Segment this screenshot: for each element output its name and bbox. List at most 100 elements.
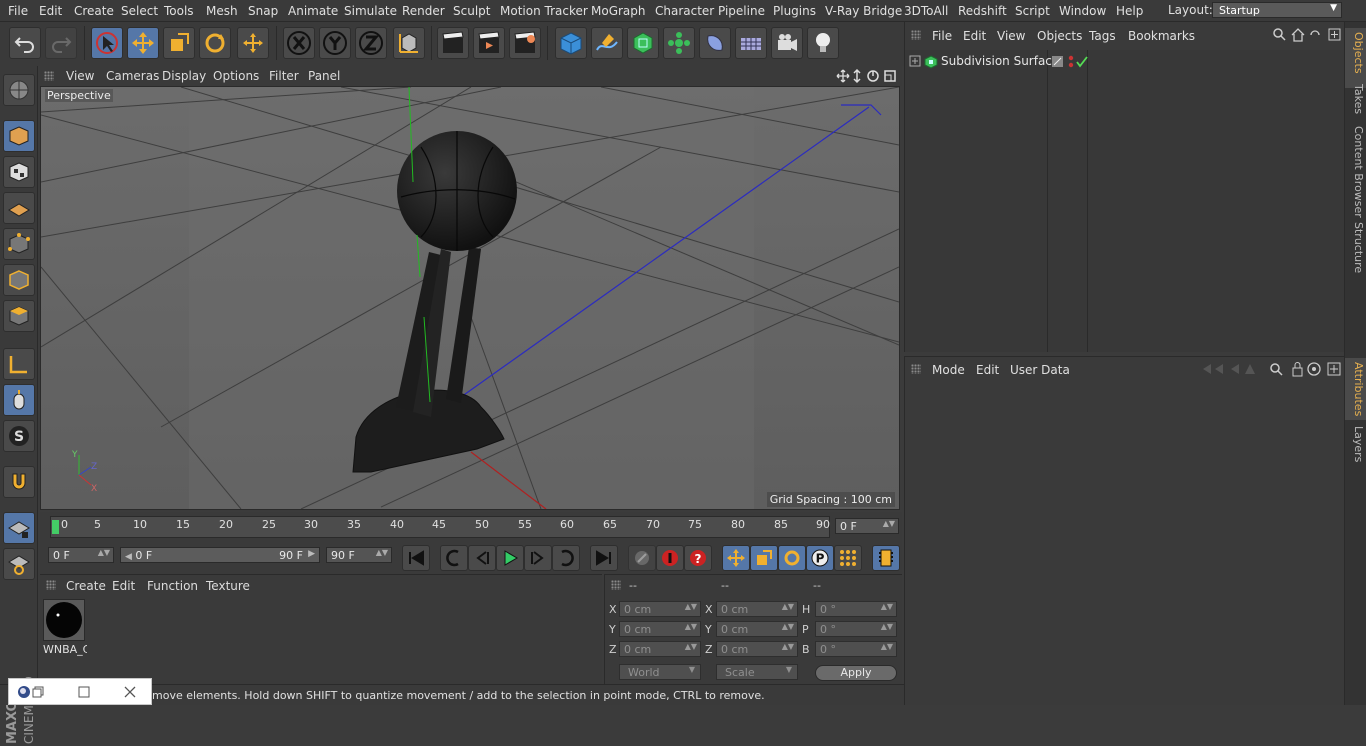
material-menu-function[interactable]: Function xyxy=(147,579,198,593)
next-frame-button[interactable] xyxy=(524,545,552,571)
menu-3dtoall[interactable]: 3DToAll xyxy=(904,4,948,18)
play-button[interactable] xyxy=(496,545,524,571)
workplane-align-button[interactable] xyxy=(3,548,35,580)
size-mode-dropdown[interactable]: Scale ▼ xyxy=(716,664,798,680)
record-keys-button[interactable] xyxy=(628,545,656,571)
menu-create[interactable]: Create xyxy=(74,4,114,18)
coordinate-system-button[interactable] xyxy=(393,27,425,59)
layout-select[interactable]: Startup ▼ xyxy=(1212,2,1342,18)
move-tool-button[interactable] xyxy=(127,27,159,59)
size-z-field[interactable]: 0 cm ▲▼ xyxy=(716,641,798,657)
light-button[interactable] xyxy=(807,27,839,59)
tab-takes[interactable]: Takes xyxy=(1347,84,1365,114)
live-selection-button[interactable] xyxy=(91,27,123,59)
polygons-mode-button[interactable] xyxy=(3,300,35,332)
scale-tool-button[interactable] xyxy=(163,27,195,59)
z-axis-button[interactable] xyxy=(355,27,387,59)
go-to-end-button[interactable] xyxy=(590,545,618,571)
subdivision-surface-button[interactable] xyxy=(627,27,659,59)
perspective-viewport[interactable]: Y Z X Perspective Grid Spacing : 100 cm xyxy=(40,86,900,510)
snap-button[interactable] xyxy=(3,466,35,498)
go-to-start-button[interactable] xyxy=(402,545,430,571)
menu-mesh[interactable]: Mesh xyxy=(206,4,238,18)
menu-tools[interactable]: Tools xyxy=(164,4,194,18)
edges-mode-button[interactable] xyxy=(3,264,35,296)
points-mode-button[interactable] xyxy=(3,228,35,260)
autokey-button[interactable] xyxy=(656,545,684,571)
menu-sculpt[interactable]: Sculpt xyxy=(453,4,490,18)
checkmark-icon[interactable] xyxy=(1075,55,1089,69)
redo-button[interactable] xyxy=(45,27,77,59)
attribute-menu-mode[interactable]: Mode xyxy=(932,363,965,377)
cube-primitive-button[interactable] xyxy=(555,27,587,59)
attribute-toolbar-icons[interactable] xyxy=(1201,361,1343,377)
position-z-field[interactable]: 0 cm ▲▼ xyxy=(619,641,701,657)
menu-file[interactable]: File xyxy=(8,4,28,18)
tab-attributes[interactable]: Attributes xyxy=(1347,362,1365,416)
object-menu-objects[interactable]: Objects xyxy=(1037,29,1082,43)
rotation-h-field[interactable]: 0 ° ▲▼ xyxy=(815,601,897,617)
material-menu-create[interactable]: Create xyxy=(66,579,106,593)
tab-content-browser[interactable]: Content Browser xyxy=(1347,126,1365,218)
material-thumbnail[interactable] xyxy=(43,599,85,641)
menu-character[interactable]: Character xyxy=(655,4,714,18)
object-menu-bookmarks[interactable]: Bookmarks xyxy=(1128,29,1195,43)
x-axis-button[interactable] xyxy=(283,27,315,59)
end-frame-field[interactable]: 90 F ▲▼ xyxy=(326,547,392,563)
size-y-field[interactable]: 0 cm ▲▼ xyxy=(716,621,798,637)
object-menu-tags[interactable]: Tags xyxy=(1089,29,1116,43)
next-key-button[interactable] xyxy=(552,545,580,571)
restore-icon[interactable] xyxy=(31,685,45,699)
timeline-ruler[interactable]: 0 5 10 15 20 25 30 35 40 45 50 55 60 65 … xyxy=(50,516,830,538)
deformer-button[interactable] xyxy=(699,27,731,59)
render-settings-button[interactable] xyxy=(509,27,541,59)
menu-select[interactable]: Select xyxy=(121,4,158,18)
key-pla-button[interactable] xyxy=(834,545,862,571)
frame-range-slider[interactable]: ◀ 0 F 90 F ▶ xyxy=(120,547,320,563)
rotate-tool-button[interactable] xyxy=(199,27,231,59)
menu-pipeline[interactable]: Pipeline xyxy=(718,4,765,18)
rotation-b-field[interactable]: 0 ° ▲▼ xyxy=(815,641,897,657)
menu-plugins[interactable]: Plugins xyxy=(773,4,816,18)
keyframe-help-button[interactable]: ? xyxy=(684,545,712,571)
menu-mograph[interactable]: MoGraph xyxy=(591,4,646,18)
size-x-field[interactable]: 0 cm ▲▼ xyxy=(716,601,798,617)
position-y-field[interactable]: 0 cm ▲▼ xyxy=(619,621,701,637)
mograph-cloner-button[interactable] xyxy=(663,27,695,59)
attribute-menu-edit[interactable]: Edit xyxy=(976,363,999,377)
close-icon[interactable] xyxy=(123,685,137,699)
camera-button[interactable] xyxy=(771,27,803,59)
previous-frame-button[interactable] xyxy=(468,545,496,571)
pen-spline-button[interactable] xyxy=(591,27,623,59)
tweak-mode-button[interactable] xyxy=(3,384,35,416)
previous-key-button[interactable] xyxy=(440,545,468,571)
position-x-field[interactable]: 0 cm ▲▼ xyxy=(619,601,701,617)
expand-icon[interactable] xyxy=(909,55,923,69)
render-view-button[interactable] xyxy=(437,27,469,59)
start-frame-field[interactable]: 0 F ▲▼ xyxy=(48,547,114,563)
object-toolbar-icons[interactable] xyxy=(1273,28,1343,42)
object-name[interactable]: Subdivision Surface xyxy=(941,54,1059,68)
material-menu-edit[interactable]: Edit xyxy=(112,579,135,593)
menu-redshift[interactable]: Redshift xyxy=(958,4,1007,18)
tab-layers[interactable]: Layers xyxy=(1347,426,1365,462)
texture-mode-button[interactable] xyxy=(3,156,35,188)
maximize-icon[interactable] xyxy=(77,685,91,699)
object-menu-view[interactable]: View xyxy=(997,29,1025,43)
layer-swatch-icon[interactable] xyxy=(1051,55,1065,69)
key-scale-button[interactable] xyxy=(750,545,778,571)
viewport-nav-icons[interactable] xyxy=(835,68,899,84)
viewport-menu-filter[interactable]: Filter xyxy=(269,69,299,83)
visibility-dots-icon[interactable] xyxy=(1067,54,1075,70)
model-mode-button[interactable] xyxy=(3,120,35,152)
rotation-p-field[interactable]: 0 ° ▲▼ xyxy=(815,621,897,637)
solo-button[interactable]: S xyxy=(3,420,35,452)
playhead[interactable] xyxy=(52,520,59,534)
make-editable-button[interactable] xyxy=(3,74,35,106)
current-frame-field[interactable]: 0 F ▲▼ xyxy=(835,518,899,534)
material-name[interactable]: WNBA_C xyxy=(43,643,87,656)
y-axis-button[interactable] xyxy=(319,27,351,59)
menu-render[interactable]: Render xyxy=(402,4,445,18)
menu-window[interactable]: Window xyxy=(1059,4,1106,18)
floor-button[interactable] xyxy=(735,27,767,59)
